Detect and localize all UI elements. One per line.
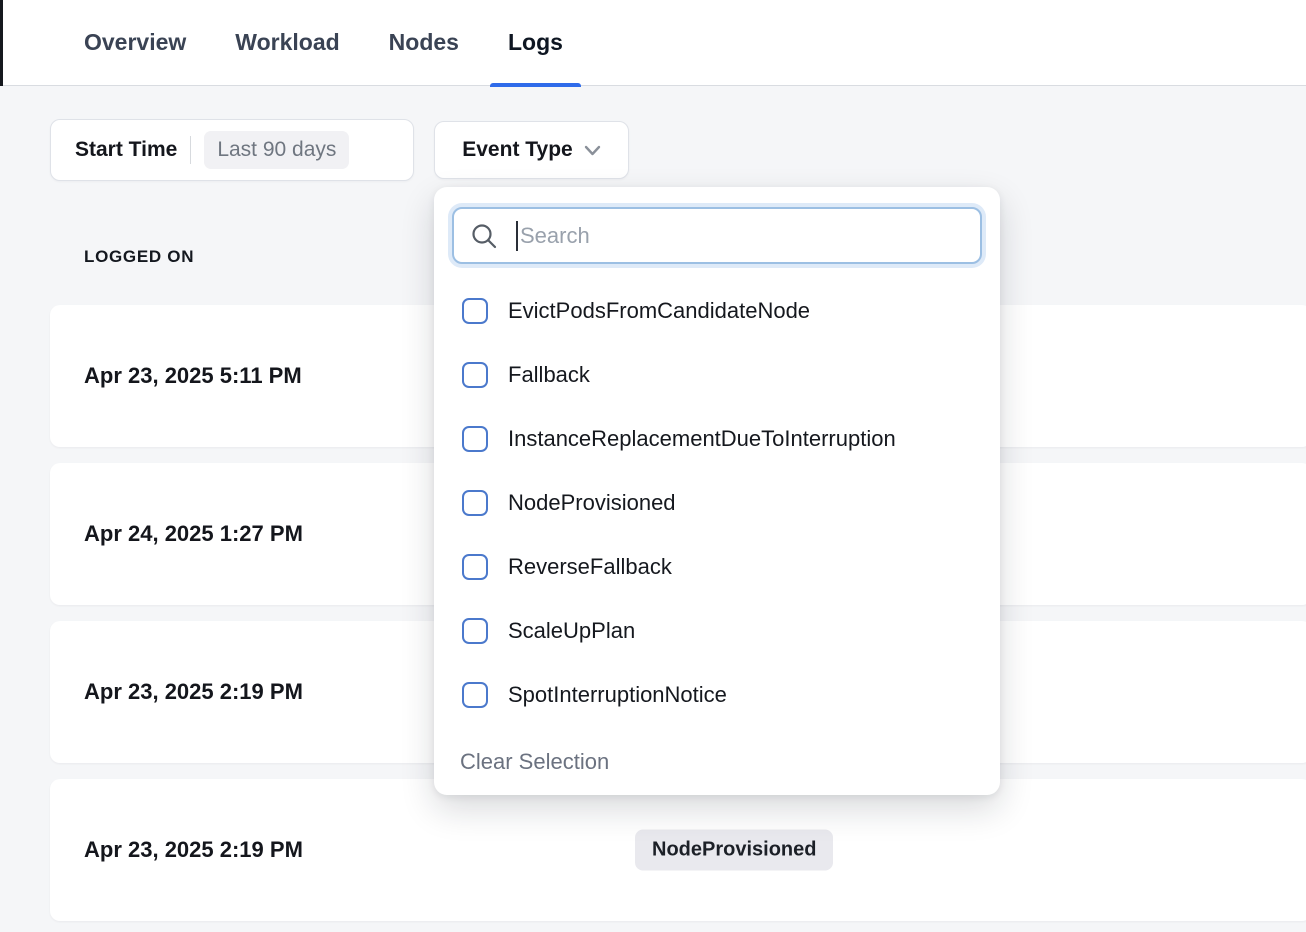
- event-type-dropdown-panel: EvictPodsFromCandidateNode Fallback Inst…: [434, 187, 1000, 795]
- checkbox-icon[interactable]: [462, 362, 488, 388]
- checkbox-icon[interactable]: [462, 554, 488, 580]
- checkbox-icon[interactable]: [462, 490, 488, 516]
- window-edge: [0, 0, 3, 86]
- clear-selection-button[interactable]: Clear Selection: [460, 749, 609, 775]
- option-label: Fallback: [508, 362, 590, 388]
- option-fallback[interactable]: Fallback: [452, 343, 982, 407]
- option-nodeprovisioned[interactable]: NodeProvisioned: [452, 471, 982, 535]
- tab-nodes[interactable]: Nodes: [389, 0, 459, 86]
- event-type-badge: NodeProvisioned: [635, 830, 833, 871]
- checkbox-icon[interactable]: [462, 618, 488, 644]
- option-spotinterruptionnotice[interactable]: SpotInterruptionNotice: [452, 663, 982, 727]
- dropdown-search-box[interactable]: [452, 207, 982, 264]
- checkbox-icon[interactable]: [462, 298, 488, 324]
- option-evictpodsfromcandidatenode[interactable]: EvictPodsFromCandidateNode: [452, 279, 982, 343]
- option-label: ReverseFallback: [508, 554, 672, 580]
- event-type-label: Event Type: [462, 138, 572, 162]
- checkbox-icon[interactable]: [462, 682, 488, 708]
- start-time-value: Last 90 days: [204, 131, 349, 169]
- event-type-filter-button[interactable]: Event Type: [434, 121, 629, 179]
- event-type-options-list: EvictPodsFromCandidateNode Fallback Inst…: [452, 279, 982, 727]
- option-label: SpotInterruptionNotice: [508, 682, 727, 708]
- chevron-down-icon: [584, 145, 601, 156]
- checkbox-icon[interactable]: [462, 426, 488, 452]
- logged-on-timestamp: Apr 24, 2025 1:27 PM: [84, 521, 303, 547]
- option-label: ScaleUpPlan: [508, 618, 635, 644]
- tab-logs[interactable]: Logs: [508, 0, 563, 86]
- start-time-label: Start Time: [75, 138, 177, 162]
- tab-bar: Overview Workload Nodes Logs: [0, 0, 1306, 86]
- tab-overview[interactable]: Overview: [84, 0, 186, 86]
- option-reversefallback[interactable]: ReverseFallback: [452, 535, 982, 599]
- start-time-filter-button[interactable]: Start Time Last 90 days: [50, 119, 414, 181]
- log-row[interactable]: Apr 23, 2025 2:19 PM NodeProvisioned: [50, 779, 1306, 921]
- option-label: InstanceReplacementDueToInterruption: [508, 426, 896, 452]
- option-instancereplacementduetointerruption[interactable]: InstanceReplacementDueToInterruption: [452, 407, 982, 471]
- logged-on-timestamp: Apr 23, 2025 2:19 PM: [84, 837, 303, 863]
- logged-on-timestamp: Apr 23, 2025 2:19 PM: [84, 679, 303, 705]
- dropdown-search-input[interactable]: [518, 223, 964, 249]
- search-icon: [470, 222, 498, 250]
- divider: [190, 136, 191, 164]
- option-scaleupplan[interactable]: ScaleUpPlan: [452, 599, 982, 663]
- option-label: NodeProvisioned: [508, 490, 676, 516]
- option-label: EvictPodsFromCandidateNode: [508, 298, 810, 324]
- logged-on-timestamp: Apr 23, 2025 5:11 PM: [84, 363, 302, 389]
- column-header-logged-on: LOGGED ON: [84, 247, 194, 267]
- tab-workload[interactable]: Workload: [235, 0, 339, 86]
